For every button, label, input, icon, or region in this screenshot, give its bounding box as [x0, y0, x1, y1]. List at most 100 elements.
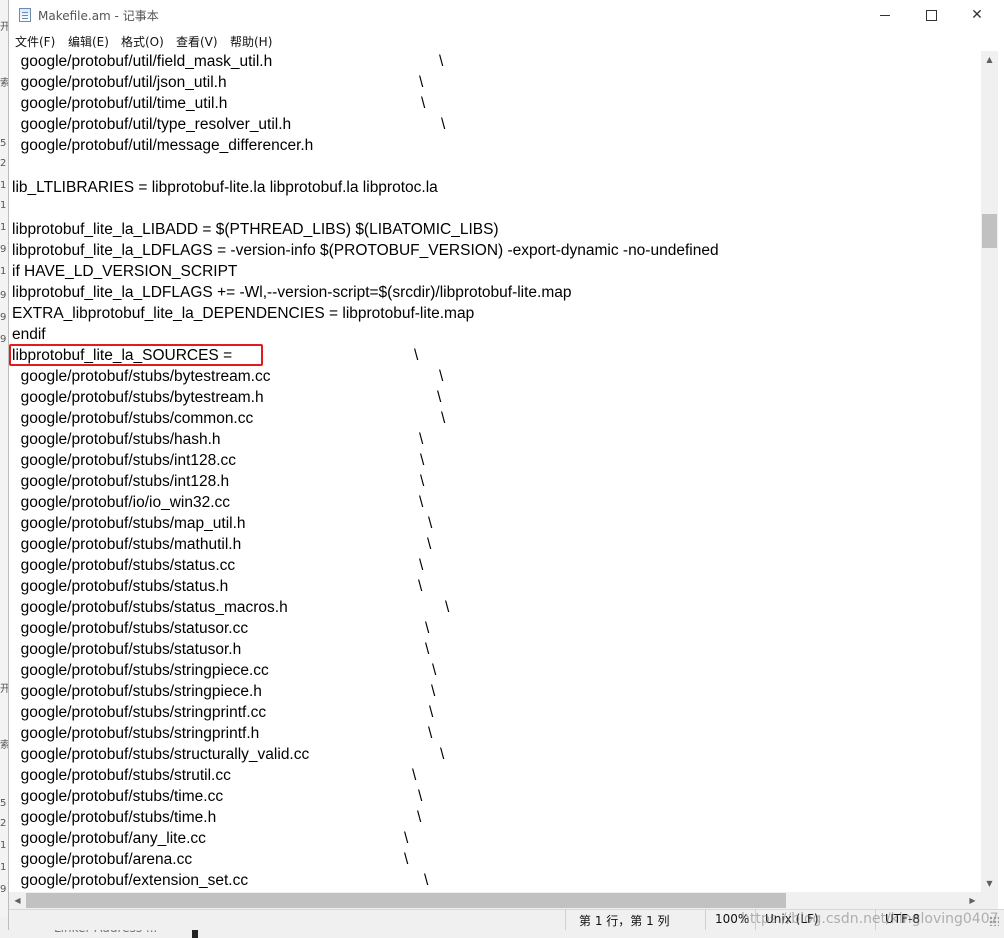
line-continuation: \: [437, 389, 442, 406]
editor-line: EXTRA_libprotobuf_lite_la_DEPENDENCIES =…: [12, 305, 475, 322]
scrollbar-corner: [981, 892, 998, 909]
horizontal-scroll-thumb[interactable]: [26, 893, 786, 908]
editor-line: google/protobuf/util/time_util.h: [12, 95, 228, 112]
menu-format[interactable]: 格式(O): [121, 33, 164, 50]
editor-line: google/protobuf/stubs/common.cc: [12, 410, 254, 427]
line-continuation: \: [419, 74, 424, 91]
menu-file[interactable]: 文件(F): [15, 33, 55, 50]
line-continuation: \: [418, 578, 423, 595]
line-continuation: \: [440, 746, 445, 763]
editor-line: libprotobuf_lite_la_LIBADD = $(PTHREAD_L…: [12, 221, 499, 238]
close-icon: ✕: [971, 7, 983, 23]
line-continuation: \: [425, 641, 430, 658]
line-continuation: \: [417, 809, 422, 826]
scroll-right-icon[interactable]: ▶: [964, 892, 981, 909]
scroll-up-icon[interactable]: ▲: [981, 51, 998, 68]
editor-line: google/protobuf/util/field_mask_util.h: [12, 53, 273, 70]
line-continuation: \: [419, 494, 424, 511]
editor-line: google/protobuf/stubs/stringprintf.h: [12, 725, 260, 742]
editor-line: google/protobuf/stubs/bytestream.cc: [12, 368, 271, 385]
line-continuation: \: [441, 116, 446, 133]
line-continuation: \: [429, 704, 434, 721]
line-continuation: \: [439, 368, 444, 385]
editor-line: google/protobuf/stubs/strutil.cc: [12, 767, 231, 784]
editor-line: google/protobuf/stubs/statusor.cc: [12, 620, 249, 637]
line-continuation: \: [427, 536, 432, 553]
line-continuation: \: [404, 851, 409, 868]
resize-grip-icon[interactable]: [989, 916, 999, 926]
editor-line: google/protobuf/stubs/map_util.h: [12, 515, 246, 532]
line-continuation: \: [441, 410, 446, 427]
maximize-button[interactable]: [908, 0, 954, 30]
editor-line: endif: [12, 326, 46, 343]
status-separator: [565, 910, 566, 930]
notepad-window: Makefile.am - 记事本 ✕ 文件(F) 编辑(E) 格式(O) 查看…: [8, 0, 1004, 930]
title-bar[interactable]: Makefile.am - 记事本 ✕: [9, 0, 1004, 30]
close-button[interactable]: ✕: [954, 0, 1000, 30]
vertical-scrollbar[interactable]: ▲ ▼: [981, 51, 998, 892]
editor-line: google/protobuf/stubs/time.h: [12, 809, 217, 826]
editor-line: google/protobuf/stubs/status_macros.h: [12, 599, 288, 616]
editor-line: if HAVE_LD_VERSION_SCRIPT: [12, 263, 238, 280]
editor-line: google/protobuf/util/message_differencer…: [12, 137, 314, 154]
editor-line: libprotobuf_lite_la_LDFLAGS += -Wl,--ver…: [12, 284, 572, 301]
editor-line: google/protobuf/stubs/time.cc: [12, 788, 224, 805]
scroll-left-icon[interactable]: ◀: [9, 892, 26, 909]
editor-line: google/protobuf/stubs/status.h: [12, 578, 229, 595]
horizontal-scrollbar[interactable]: ◀ ▶: [9, 892, 981, 909]
line-continuation: \: [431, 683, 436, 700]
editor-line: google/protobuf/stubs/mathutil.h: [12, 536, 242, 553]
line-continuation: \: [432, 662, 437, 679]
line-continuation: \: [419, 431, 424, 448]
background-window-strip: 开索 521 119 199 9开索 521 19: [0, 0, 10, 938]
editor-line: google/protobuf/stubs/stringpiece.cc: [12, 662, 269, 679]
line-continuation: \: [412, 767, 417, 784]
line-continuation: \: [428, 515, 433, 532]
editor-line: lib_LTLIBRARIES = libprotobuf-lite.la li…: [12, 179, 438, 196]
editor-line: google/protobuf/io/io_win32.cc: [12, 494, 231, 511]
editor-line: google/protobuf/stubs/stringprintf.cc: [12, 704, 267, 721]
line-continuation: \: [420, 473, 425, 490]
editor-line: libprotobuf_lite_la_SOURCES =: [12, 347, 233, 364]
editor-line: google/protobuf/stubs/status.cc: [12, 557, 236, 574]
editor-line: google/protobuf/stubs/int128.h: [12, 473, 230, 490]
maximize-icon: [925, 9, 937, 21]
line-continuation: \: [419, 557, 424, 574]
editor-line: google/protobuf/arena.cc: [12, 851, 193, 868]
line-continuation: \: [424, 872, 429, 889]
line-continuation: \: [421, 95, 426, 112]
editor-line: google/protobuf/stubs/int128.cc: [12, 452, 237, 469]
status-bar: 第 1 行，第 1 列 100% Unix (LF) UTF-8 https:/…: [9, 909, 1004, 930]
editor-line: google/protobuf/stubs/structurally_valid…: [12, 746, 310, 763]
editor-line: google/protobuf/util/type_resolver_util.…: [12, 116, 292, 133]
menu-help[interactable]: 帮助(H): [230, 33, 272, 50]
editor-line: google/protobuf/stubs/stringpiece.h: [12, 683, 262, 700]
watermark-text: https://blog.csdn.net/kingloving0407: [741, 911, 999, 927]
editor-line: libprotobuf_lite_la_LDFLAGS = -version-i…: [12, 242, 719, 259]
window-title: Makefile.am - 记事本: [38, 9, 159, 23]
line-continuation: \: [439, 53, 444, 70]
editor-line: google/protobuf/stubs/statusor.h: [12, 641, 242, 658]
line-continuation: \: [418, 788, 423, 805]
line-continuation: \: [445, 599, 450, 616]
line-continuation: \: [414, 347, 419, 364]
line-continuation: \: [425, 620, 430, 637]
menu-edit[interactable]: 编辑(E): [68, 33, 109, 50]
cursor-position: 第 1 行，第 1 列: [579, 914, 670, 928]
menu-view[interactable]: 查看(V): [176, 33, 218, 50]
scroll-down-icon[interactable]: ▼: [981, 875, 998, 892]
notepad-app-icon: [19, 8, 31, 22]
editor-line: google/protobuf/extension_set.cc: [12, 872, 249, 889]
line-continuation: \: [420, 452, 425, 469]
line-continuation: \: [404, 830, 409, 847]
minimize-icon: [880, 14, 890, 16]
editor-line: google/protobuf/stubs/hash.h: [12, 431, 221, 448]
editor-line: google/protobuf/util/json_util.h: [12, 74, 227, 91]
menu-bar: 文件(F) 编辑(E) 格式(O) 查看(V) 帮助(H): [9, 30, 1004, 51]
text-editor-area[interactable]: google/protobuf/util/field_mask_util.h \ …: [9, 51, 981, 892]
editor-line: google/protobuf/any_lite.cc: [12, 830, 206, 847]
status-separator: [705, 910, 706, 930]
line-continuation: \: [428, 725, 433, 742]
vertical-scroll-thumb[interactable]: [982, 214, 997, 248]
minimize-button[interactable]: [862, 0, 908, 30]
